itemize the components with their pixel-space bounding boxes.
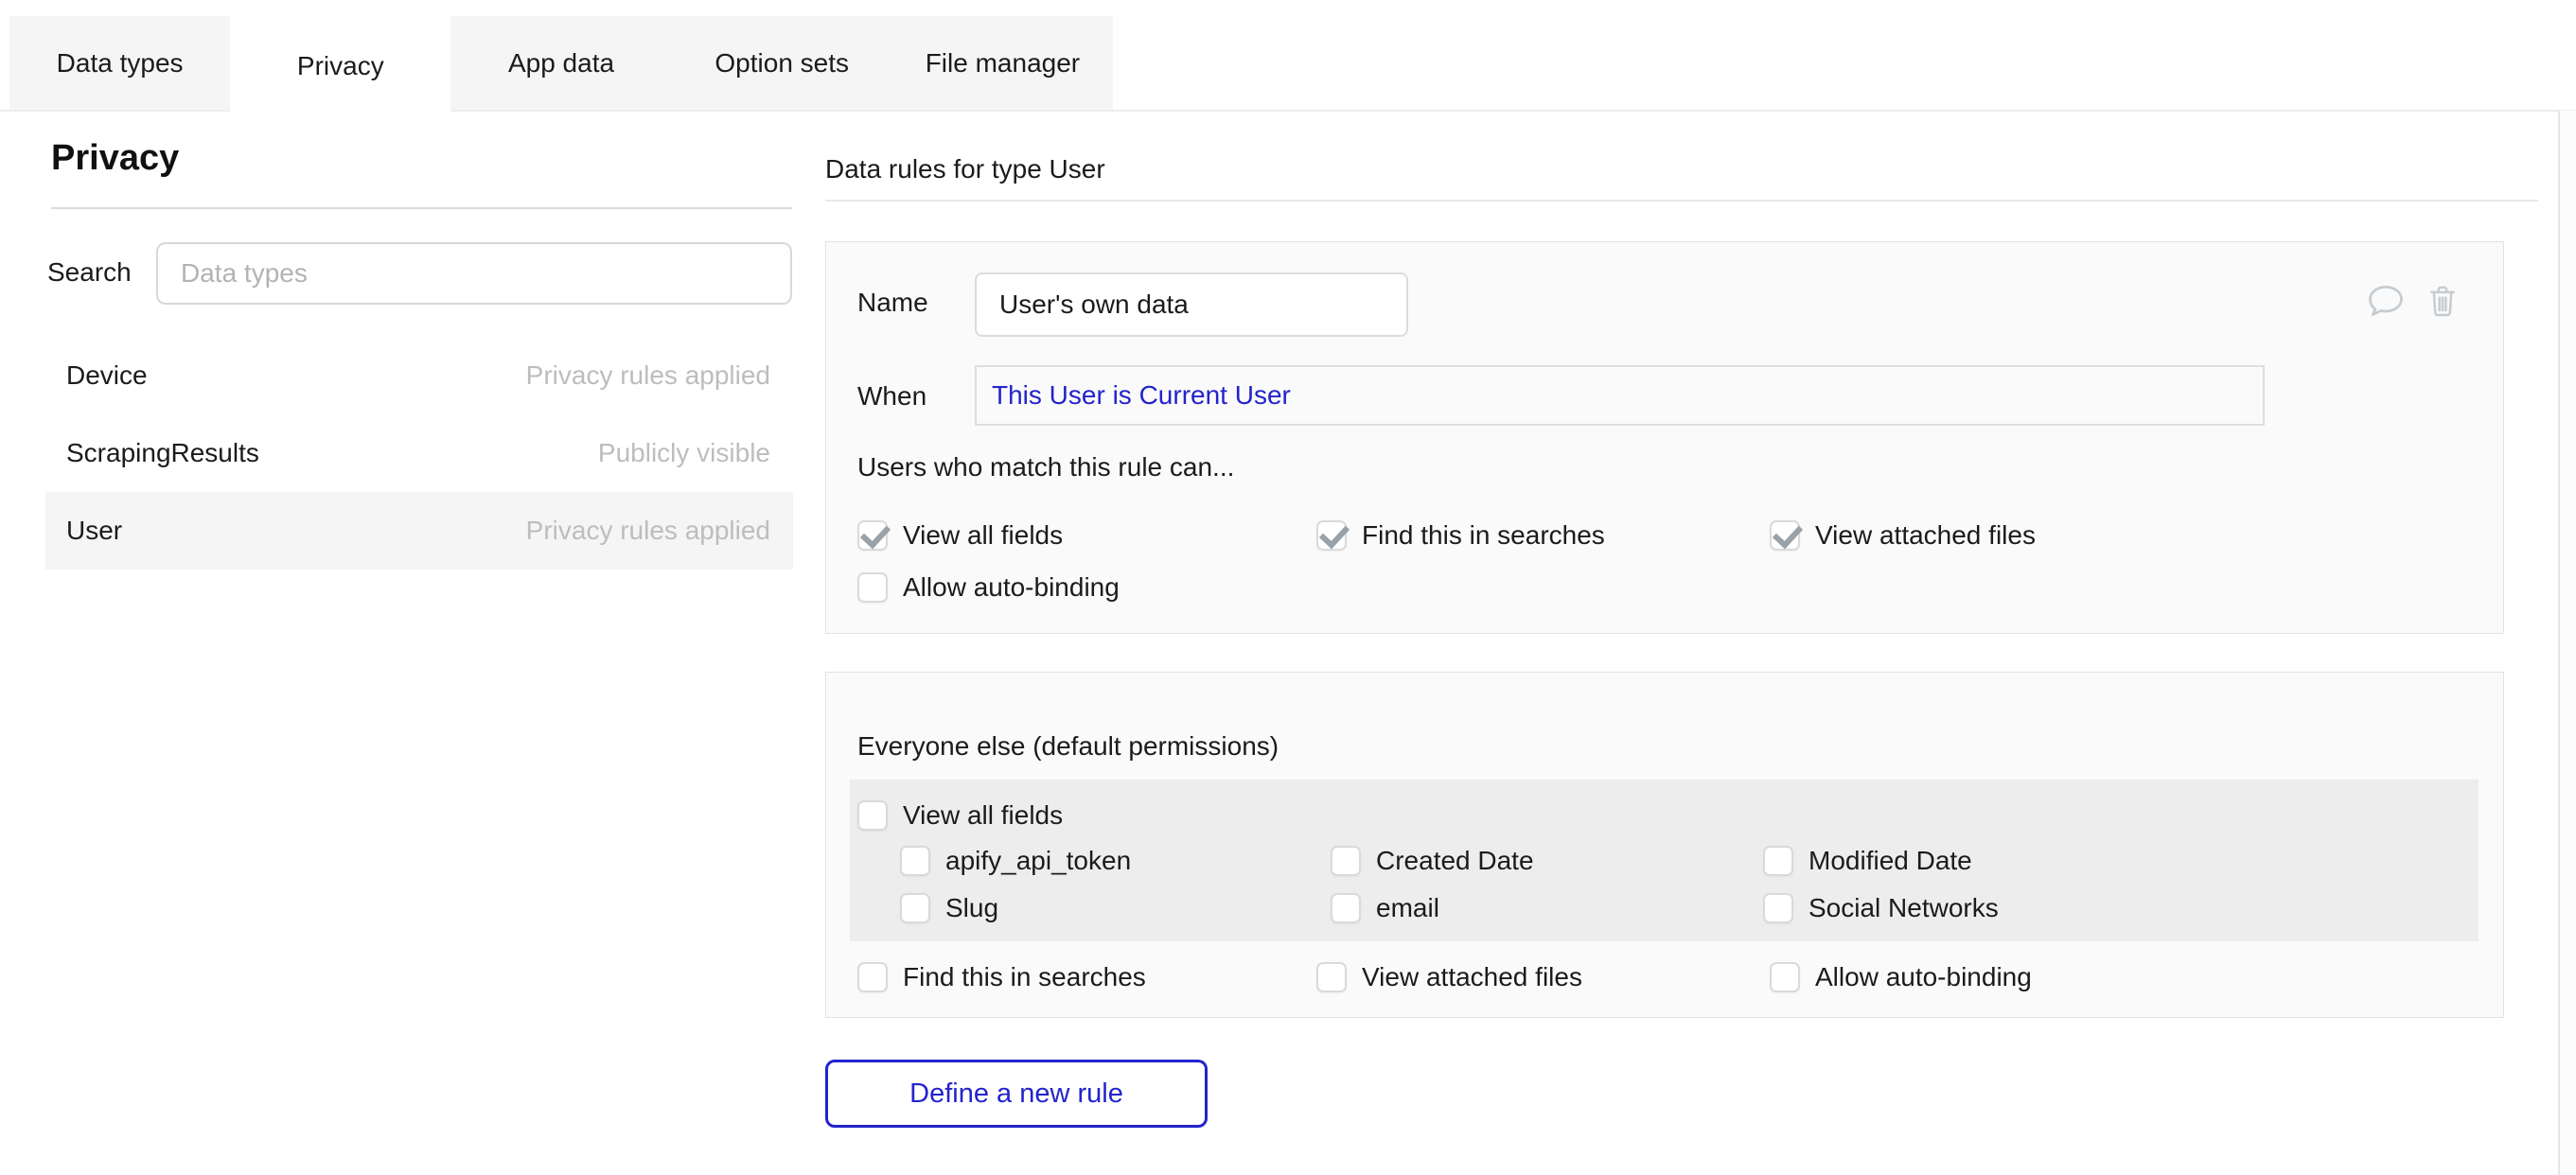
view-all-fields-checkbox[interactable]: [857, 520, 888, 551]
datatype-row-scrapingresults[interactable]: ScrapingResults Publicly visible: [45, 414, 793, 492]
tab-option-sets[interactable]: Option sets: [672, 16, 892, 110]
rule-card-actions: [2365, 280, 2461, 322]
tab-file-manager[interactable]: File manager: [892, 16, 1113, 110]
checkbox-label: View all fields: [903, 520, 1063, 551]
view-attached-files-checkbox[interactable]: [1770, 520, 1800, 551]
rule-card: Name When This User is Current User Use: [825, 241, 2504, 634]
when-condition-text[interactable]: This User is Current User: [992, 380, 1291, 411]
datatype-name: Device: [66, 360, 148, 391]
tab-privacy[interactable]: Privacy: [230, 16, 450, 115]
field-social-networks: Social Networks: [1763, 892, 1999, 924]
datatype-status: Privacy rules applied: [526, 516, 770, 546]
field-checkbox[interactable]: [1763, 846, 1793, 876]
checkbox-label: Created Date: [1376, 846, 1534, 876]
when-label: When: [857, 381, 926, 412]
define-new-rule-button[interactable]: Define a new rule: [825, 1060, 1208, 1128]
field-email: email: [1331, 892, 1439, 924]
checkbox-label: Find this in searches: [1362, 520, 1605, 551]
perm-view-all-fields: View all fields: [857, 519, 1063, 552]
datatype-status: Publicly visible: [598, 438, 770, 468]
allow-auto-binding-checkbox[interactable]: [857, 572, 888, 603]
vertical-scrollbar[interactable]: [2558, 111, 2576, 1175]
when-condition-box[interactable]: This User is Current User: [975, 365, 2265, 426]
perm-find-in-searches-default: Find this in searches: [857, 961, 1146, 993]
checkbox-label: email: [1376, 893, 1439, 923]
datatype-row-user[interactable]: User Privacy rules applied: [45, 492, 793, 570]
find-in-searches-checkbox[interactable]: [1316, 520, 1347, 551]
default-permissions-card: Everyone else (default permissions) View…: [825, 672, 2504, 1018]
trash-icon[interactable]: [2424, 280, 2461, 322]
checkbox-label: apify_api_token: [945, 846, 1131, 876]
field-apify-api-token: apify_api_token: [900, 845, 1131, 877]
perm-allow-auto-binding: Allow auto-binding: [857, 571, 1120, 604]
perm-allow-auto-binding-default: Allow auto-binding: [1770, 961, 2032, 993]
perm-view-attached-files: View attached files: [1770, 519, 2036, 552]
checkbox-label: Allow auto-binding: [1815, 962, 2032, 992]
checkbox-label: Slug: [945, 893, 998, 923]
data-rules-title: Data rules for type User: [825, 154, 1105, 184]
checkbox-label: Modified Date: [1808, 846, 1972, 876]
name-label: Name: [857, 288, 928, 318]
view-all-fields-checkbox[interactable]: [857, 800, 888, 831]
datatype-status: Privacy rules applied: [526, 360, 770, 391]
tab-app-data[interactable]: App data: [450, 16, 671, 110]
perm-view-attached-files-default: View attached files: [1316, 961, 1582, 993]
checkbox-label: Social Networks: [1808, 893, 1999, 923]
page-title: Privacy: [51, 138, 179, 179]
field-checkbox[interactable]: [900, 893, 930, 923]
allow-auto-binding-checkbox[interactable]: [1770, 962, 1800, 992]
sidebar-divider: [51, 207, 792, 209]
search-label: Search: [47, 257, 132, 288]
checkbox-label: View attached files: [1815, 520, 2036, 551]
field-created-date: Created Date: [1331, 845, 1534, 877]
field-checkbox[interactable]: [1763, 893, 1793, 923]
tab-data-types[interactable]: Data types: [9, 16, 230, 110]
field-modified-date: Modified Date: [1763, 845, 1972, 877]
field-slug: Slug: [900, 892, 998, 924]
checkbox-label: View attached files: [1362, 962, 1582, 992]
find-in-searches-checkbox[interactable]: [857, 962, 888, 992]
checkbox-label: Find this in searches: [903, 962, 1146, 992]
checkbox-label: View all fields: [903, 800, 1063, 831]
perm-find-in-searches: Find this in searches: [1316, 519, 1605, 552]
field-checkbox[interactable]: [900, 846, 930, 876]
main-divider: [825, 200, 2538, 202]
field-checkbox[interactable]: [1331, 893, 1361, 923]
privacy-settings-page: Data types Privacy App data Option sets …: [0, 0, 2576, 1175]
rule-name-input[interactable]: [975, 272, 1408, 337]
checkbox-label: Allow auto-binding: [903, 572, 1120, 603]
view-attached-files-checkbox[interactable]: [1316, 962, 1347, 992]
datatype-name: ScrapingResults: [66, 438, 259, 468]
datatype-row-device[interactable]: Device Privacy rules applied: [45, 337, 793, 414]
search-input[interactable]: [156, 242, 792, 305]
permissions-intro: Users who match this rule can...: [857, 452, 1234, 482]
perm-view-all-fields-default: View all fields: [857, 799, 1063, 832]
field-checkbox[interactable]: [1331, 846, 1361, 876]
datatype-name: User: [66, 516, 122, 546]
comment-icon[interactable]: [2365, 280, 2407, 322]
tabbar: Data types Privacy App data Option sets …: [9, 16, 1113, 110]
default-card-title: Everyone else (default permissions): [857, 731, 1279, 762]
